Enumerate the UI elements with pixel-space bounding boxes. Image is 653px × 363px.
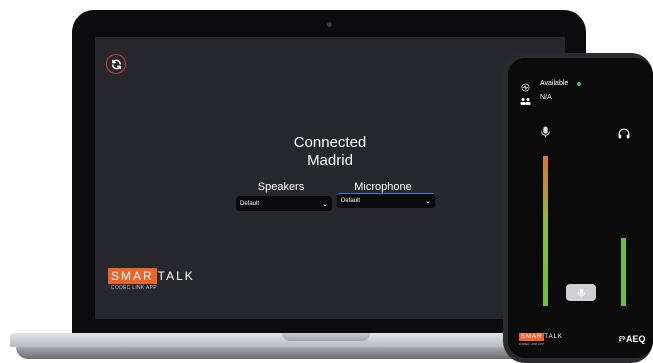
- speakers-label: Speakers: [257, 181, 305, 193]
- connection-status: Connected: [293, 134, 367, 151]
- laptop-screen: Connected Madrid Speakers Microphone Def…: [95, 37, 565, 319]
- speakers-select-value: Default: [240, 200, 260, 207]
- smartalk-logo: SMAR TALK: [519, 333, 563, 341]
- refresh-button[interactable]: [106, 54, 126, 74]
- microphone-icon: [541, 125, 550, 143]
- microphone-select-value: Default: [341, 198, 361, 204]
- logo-smar: SMAR: [108, 268, 157, 284]
- laptop-camera: [327, 22, 332, 27]
- users-icon: [520, 93, 531, 111]
- logo-talk: TALK: [157, 269, 195, 283]
- headphones-level-fill: [621, 238, 626, 306]
- logo-talk: TALK: [544, 334, 563, 340]
- logo-subtitle: CODEC LINK APP: [519, 342, 545, 346]
- microphone-icon: [577, 288, 585, 297]
- speakers-select[interactable]: Default ⌄: [236, 196, 332, 211]
- logo-smar: SMAR: [519, 333, 545, 341]
- chevron-down-icon: ⌄: [425, 198, 431, 205]
- microphone-toggle-button[interactable]: [566, 284, 596, 301]
- chevron-down-icon: ⌄: [322, 200, 328, 208]
- microphone-label: Microphone: [354, 181, 412, 193]
- users-label: N/A: [540, 94, 552, 101]
- microphone-level-meter: [543, 156, 548, 306]
- headphones-level-meter: [621, 238, 626, 306]
- refresh-icon: [111, 59, 121, 69]
- availability-indicator: [577, 82, 581, 86]
- partner-logo: AEQ: [619, 334, 646, 344]
- logo-subtitle: CODEC LINK APP: [111, 285, 157, 291]
- headphones-icon: [618, 126, 630, 144]
- availability-label: Available: [540, 80, 569, 87]
- smartalk-logo: SMAR TALK: [108, 266, 195, 286]
- connection-location: Madrid: [307, 152, 353, 169]
- microphone-level-fill: [543, 156, 548, 306]
- microphone-select[interactable]: Default ⌄: [337, 193, 435, 208]
- phone-screen: Available N/A SMAR TALK CODEC LINK APP A…: [508, 58, 653, 358]
- aeq-swirl-icon: [619, 335, 626, 342]
- aeq-logo-text: AEQ: [626, 334, 646, 344]
- laptop-notch: [282, 333, 370, 341]
